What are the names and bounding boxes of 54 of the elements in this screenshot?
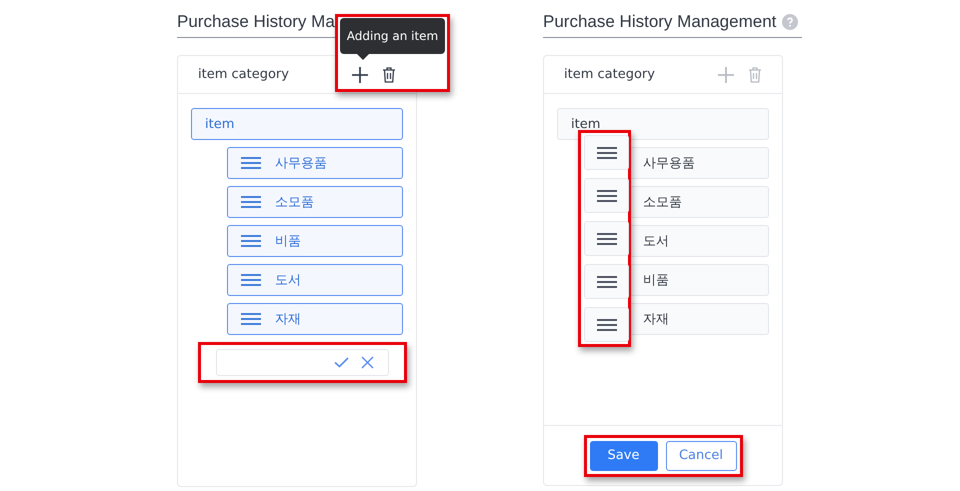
drag-handle-icon[interactable] [241,274,261,286]
tree-item[interactable]: 소모품 [629,186,769,218]
tree-item[interactable]: 도서 [629,225,769,257]
item-label: 소모품 [643,194,682,211]
drag-handle-icon[interactable] [596,190,616,202]
card-title: item category [198,67,289,82]
save-button[interactable]: Save [590,440,658,470]
card-title: item category [564,67,655,82]
input-field[interactable] [216,349,389,376]
tree-item[interactable]: 비품 [629,264,769,296]
trash-icon [382,66,396,82]
tree-item[interactable]: 사무용품 [629,147,769,179]
item-label: 사무용품 [643,155,695,172]
item-label: 소모품 [275,194,314,211]
item-label: 비품 [275,233,301,250]
tree-item[interactable]: 도서 [227,264,403,296]
item-label: 사무용품 [275,155,327,172]
drag-handle[interactable] [584,135,629,170]
drag-handle-icon[interactable] [596,146,616,158]
drag-handle-icon[interactable] [596,276,616,288]
delete-button[interactable] [382,66,396,82]
add-button[interactable] [352,66,368,82]
tree-item[interactable]: item [191,108,403,140]
item-label: 도서 [275,272,301,289]
drag-handle-icon[interactable] [596,232,616,244]
tooltip-arrow [357,54,369,60]
close-icon[interactable] [361,356,374,369]
page-title: Purchase History Management [543,12,776,32]
tree-item[interactable]: 자재 [227,303,403,335]
item-label: 자재 [643,311,669,328]
drag-handle[interactable] [584,178,629,213]
tooltip: Adding an item [340,18,445,54]
drag-handle[interactable] [584,307,629,342]
tree-item[interactable]: item [557,108,769,140]
page-title: Purchase History Ma [177,12,335,32]
drag-handle-icon[interactable] [241,196,261,208]
drag-handle-icon[interactable] [241,235,261,247]
trash-icon [748,66,762,82]
drag-handle[interactable] [584,221,629,256]
tree-item[interactable]: 사무용품 [227,147,403,179]
drag-handle-icon[interactable] [241,313,261,325]
plus-icon [352,66,368,82]
tree-item[interactable]: 자재 [629,303,769,335]
tree-item[interactable]: 비품 [227,225,403,257]
cancel-button[interactable]: Cancel [666,440,736,470]
item-label: 자재 [275,311,301,328]
drag-handle[interactable] [584,264,629,299]
tree-item[interactable]: 소모품 [227,186,403,218]
item-label: 도서 [643,233,669,250]
drag-handle-icon[interactable] [596,318,616,330]
check-icon[interactable] [334,357,349,368]
plus-icon [718,66,734,82]
drag-handle-icon[interactable] [241,157,261,169]
item-label: 비품 [643,272,669,289]
